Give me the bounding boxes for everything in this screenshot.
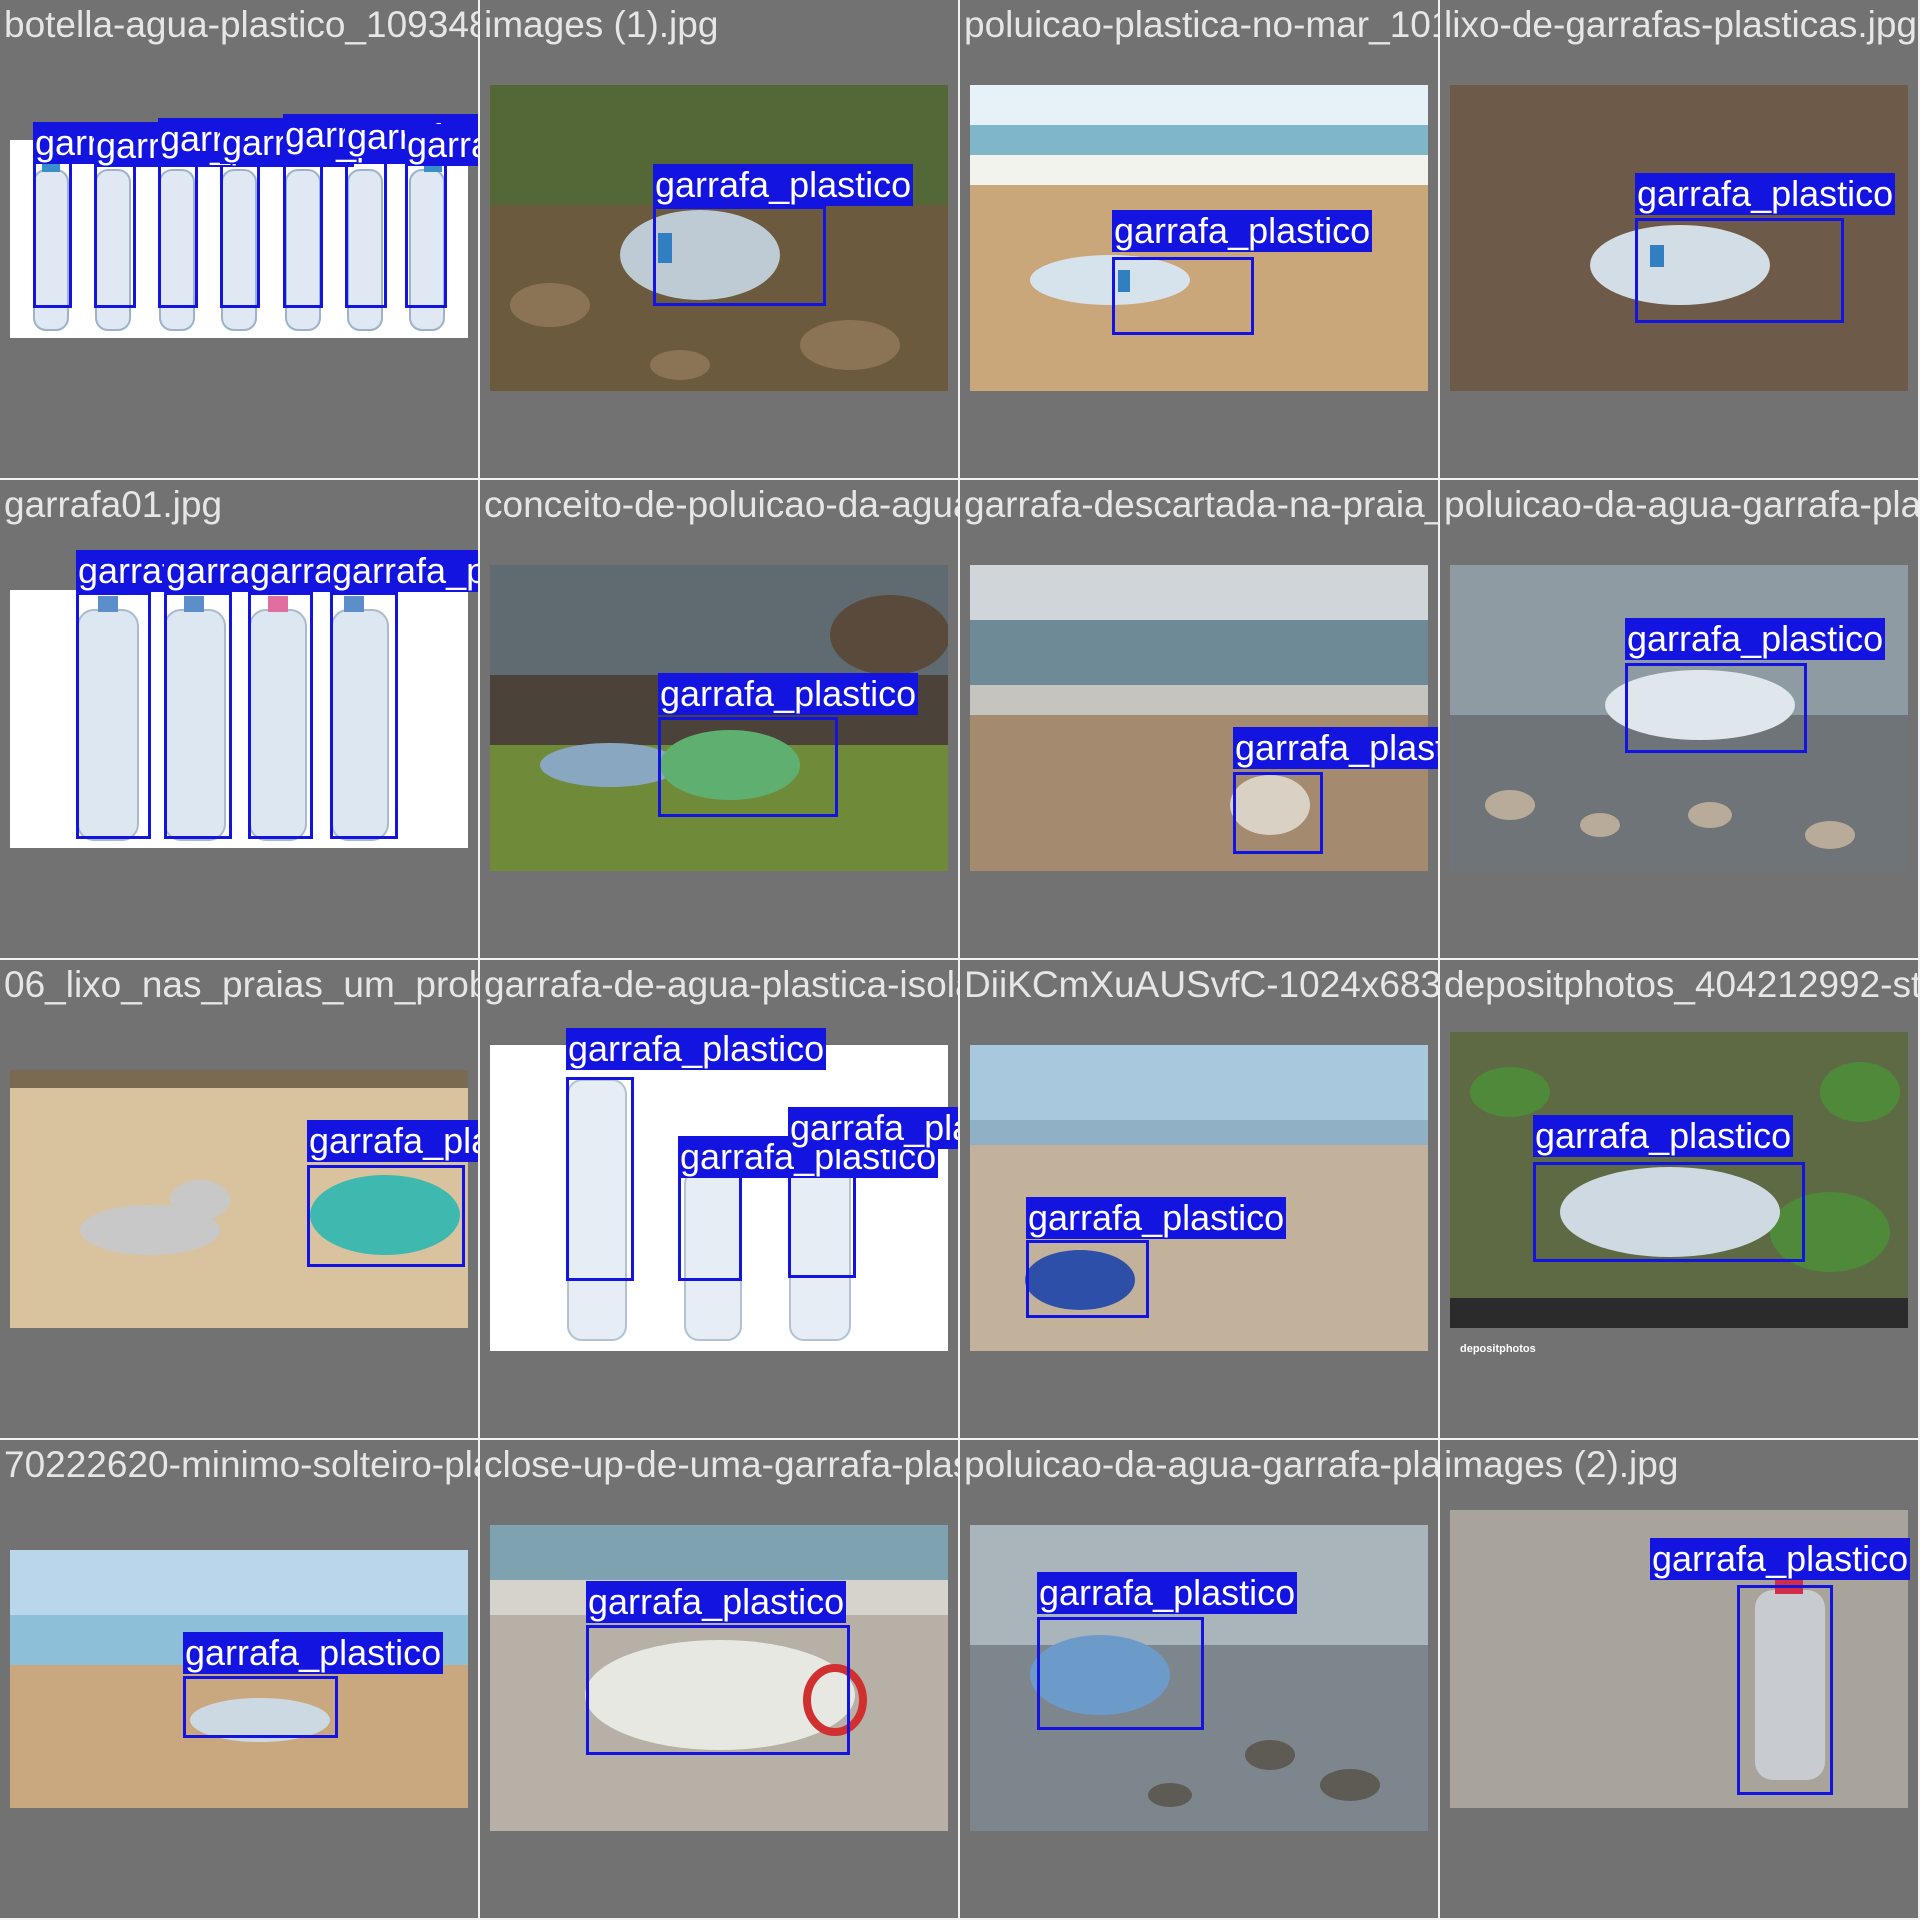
detection-label: garrafa_plastico [1233, 727, 1438, 769]
image-filename: garrafa-de-agua-plastica-isolada.jpg [484, 964, 958, 1005]
detection-label: garrafa_plastico [1625, 618, 1886, 660]
detection-box [94, 153, 136, 308]
grid-cell-10: garrafa_plastico garrafa_plastico garraf… [480, 960, 960, 1440]
detection-label: garrafa_plastico [405, 124, 478, 166]
detection-label: garrafa_plastico [1533, 1115, 1794, 1157]
detection-box [1037, 1617, 1204, 1730]
image-filename: poluicao-da-agua-garrafa-plastica-praia.… [964, 1444, 1440, 1485]
detection-box [220, 153, 260, 308]
detection-box [307, 1165, 465, 1267]
detection-box [330, 592, 398, 839]
image-filename: garrafa01.jpg [4, 484, 223, 525]
detection-label: garrafa_plastico [183, 1632, 444, 1674]
grid-cell-16: garrafa_plastico images (2).jpg [1440, 1440, 1920, 1920]
detection-box [653, 206, 826, 306]
detection-box [586, 1625, 850, 1755]
detection-label: garrafa_plastico [330, 550, 478, 592]
detection-box [164, 592, 232, 839]
grid-cell-5: garrafa_plastico garrafa_plastico garraf… [0, 480, 480, 960]
grid-cell-15: garrafa_plastico poluicao-da-agua-garraf… [960, 1440, 1440, 1920]
detection-box [33, 153, 72, 308]
detection-label: garrafa_plastico [1635, 173, 1896, 215]
grid-cell-9: garrafa_plastico 06_lixo_nas_praias_um_p… [0, 960, 480, 1440]
detection-box [1625, 663, 1807, 753]
grid-cell-12: garrafa_plastico depositphotos depositph… [1440, 960, 1920, 1440]
detection-label: garrafa_plastico [1112, 210, 1373, 252]
photo-bottle-sand-sea [970, 565, 1428, 871]
detection-box [1026, 1240, 1149, 1318]
grid-cell-6: garrafa_plastico conceito-de-poluicao-da… [480, 480, 960, 960]
detection-box [1533, 1162, 1805, 1262]
detection-label: garrafa_plastico [566, 1028, 827, 1070]
detection-box [1112, 257, 1254, 335]
image-filename: botella-agua-plastico_1093480-7318 (3).j… [4, 4, 478, 45]
detection-label: garrafa_plastico [586, 1581, 847, 1623]
grid-cell-14: garrafa_plastico close-up-de-uma-garrafa… [480, 1440, 960, 1920]
detection-box [566, 1077, 634, 1281]
grid-cell-11: garrafa_plastico DiiKCmXuAUSvfC-1024x683… [960, 960, 1440, 1440]
image-filename: images (2).jpg [1444, 1444, 1679, 1485]
image-filename: garrafa-descartada-na-praia_23-214763441… [964, 484, 1438, 525]
detection-label: garrafa_plastico [658, 673, 919, 715]
grid-cell-3: garrafa_plastico poluicao-plastica-no-ma… [960, 0, 1440, 480]
detection-box [248, 592, 313, 839]
image-filename: lixo-de-garrafas-plasticas.jpg [1444, 4, 1917, 45]
detection-box [76, 592, 151, 839]
detection-label: garrafa_plastico [1026, 1197, 1287, 1239]
detection-box [345, 153, 387, 308]
image-filename: close-up-de-uma-garrafa-plastica.jpg [484, 1444, 958, 1485]
detection-box [678, 1175, 742, 1281]
detection-label: garrafa_plastico [1037, 1572, 1298, 1614]
image-filename: DiiKCmXuAUSvfC-1024x683.jpeg [964, 964, 1440, 1005]
detection-box [1737, 1585, 1833, 1795]
detection-box [1635, 218, 1844, 323]
detection-label: garrafa_plastico [1650, 1538, 1911, 1580]
image-filename: depositphotos_404212992-stock-photo.jpg [1444, 964, 1920, 1005]
image-filename: poluicao-da-agua-garrafa-plastica.jpg [1444, 484, 1920, 525]
detection-box [405, 153, 447, 308]
image-filename: 06_lixo_nas_praias_um_problema.jpg [4, 964, 478, 1005]
grid-cell-7: garrafa_plastico garrafa-descartada-na-p… [960, 480, 1440, 960]
grid-cell-13: garrafa_plastico 70222620-minimo-solteir… [0, 1440, 480, 1920]
detection-label: garrafa_plastico [788, 1107, 958, 1149]
detection-box [658, 717, 838, 817]
detection-label: garrafa_plastico [653, 164, 914, 206]
detection-label: garrafa_plastico [307, 1120, 478, 1162]
detection-box [1233, 772, 1323, 854]
image-filename: poluicao-plastica-no-mar_1016675-1006.jp… [964, 4, 1438, 45]
detection-box [283, 153, 323, 308]
image-filename: conceito-de-poluicao-da-agua.jpg [484, 484, 958, 525]
detection-box [183, 1676, 338, 1738]
watermark-text: depositphotos [1460, 1343, 1536, 1355]
image-filename: images (1).jpg [484, 4, 719, 45]
grid-cell-2: garrafa_plastico images (1).jpg [480, 0, 960, 480]
detection-box [158, 153, 198, 308]
grid-cell-8: garrafa_plastico poluicao-da-agua-garraf… [1440, 480, 1920, 960]
image-filename: 70222620-minimo-solteiro-plastico-garraf… [4, 1444, 478, 1485]
grid-cell-4: garrafa_plastico lixo-de-garrafas-plasti… [1440, 0, 1920, 480]
grid-cell-1: garrafa_plastico garrafa_plastico garraf… [0, 0, 480, 480]
